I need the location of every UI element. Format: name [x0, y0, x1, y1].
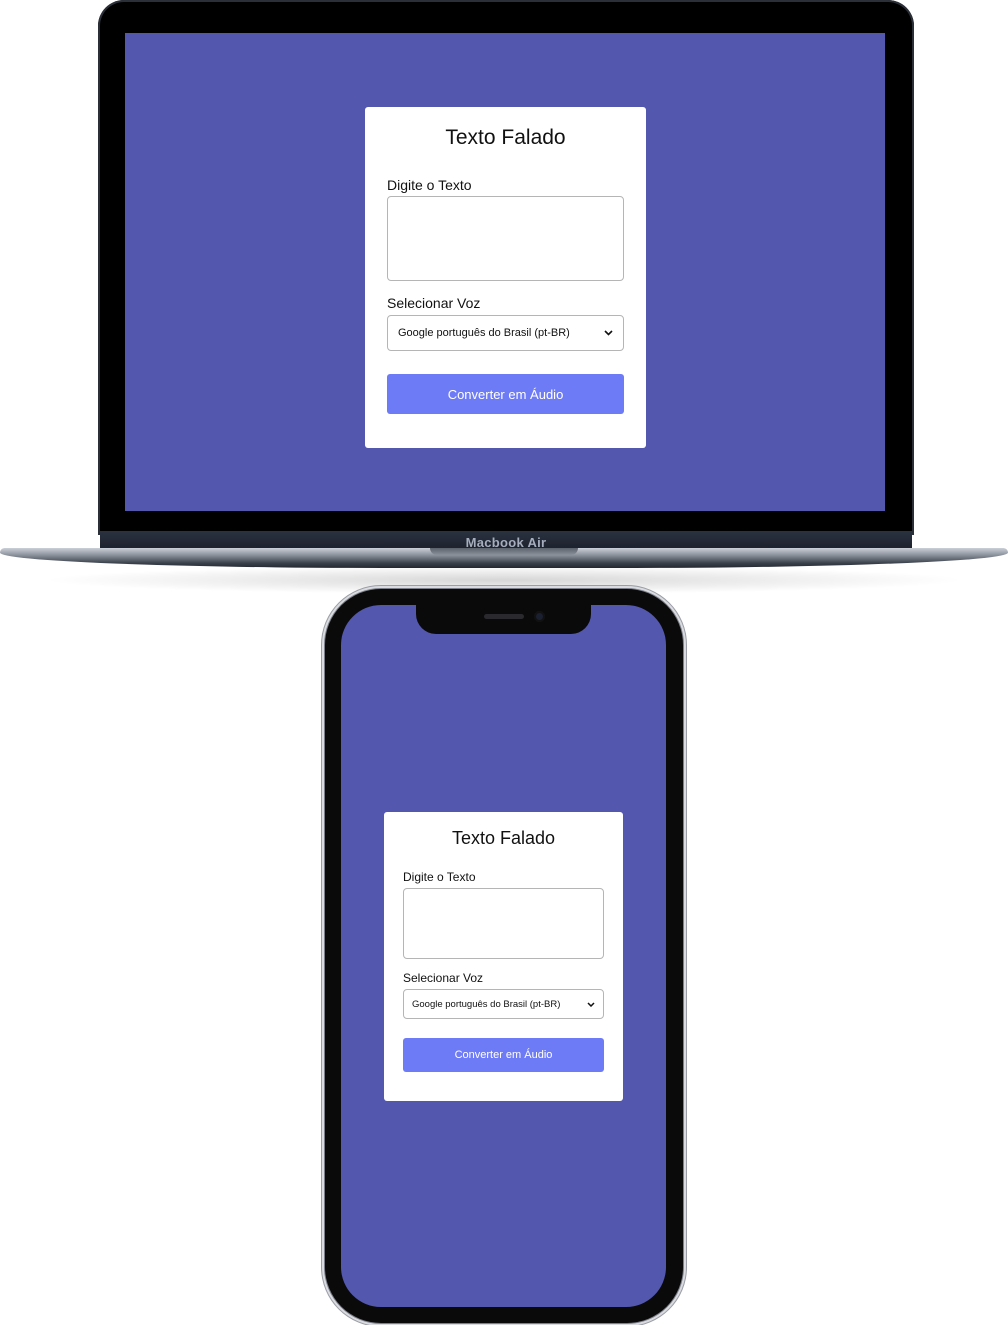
tts-card-desktop: Texto Falado Digite o Texto Selecionar V… [365, 107, 646, 448]
chevron-down-icon [604, 330, 613, 336]
page-title: Texto Falado [451, 828, 556, 848]
laptop-notch [430, 548, 578, 555]
camera-icon [534, 611, 545, 622]
tts-card-mobile: Texto Falado Digite o Texto Selecionar V… [384, 812, 623, 1101]
convert-button[interactable]: Converter em Áudio [387, 374, 624, 414]
voice-field-label: Selecionar Voz [387, 295, 481, 311]
page-title: Texto Falado [445, 126, 566, 149]
voice-select[interactable]: Google português do Brasil (pt-BR) [387, 315, 624, 351]
voice-select-value: Google português do Brasil (pt-BR) [398, 327, 570, 339]
convert-button[interactable]: Converter em Áudio [403, 1038, 604, 1072]
text-field-label: Digite o Texto [387, 177, 472, 193]
voice-field-label: Selecionar Voz [403, 971, 484, 985]
chevron-down-icon [587, 1001, 595, 1007]
text-input[interactable] [387, 196, 624, 281]
text-input[interactable] [403, 888, 604, 959]
text-field-label: Digite o Texto [403, 870, 476, 884]
voice-select-value: Google português do Brasil (pt-BR) [412, 998, 561, 1010]
voice-select[interactable]: Google português do Brasil (pt-BR) [403, 989, 604, 1019]
phone-speaker [484, 614, 524, 619]
